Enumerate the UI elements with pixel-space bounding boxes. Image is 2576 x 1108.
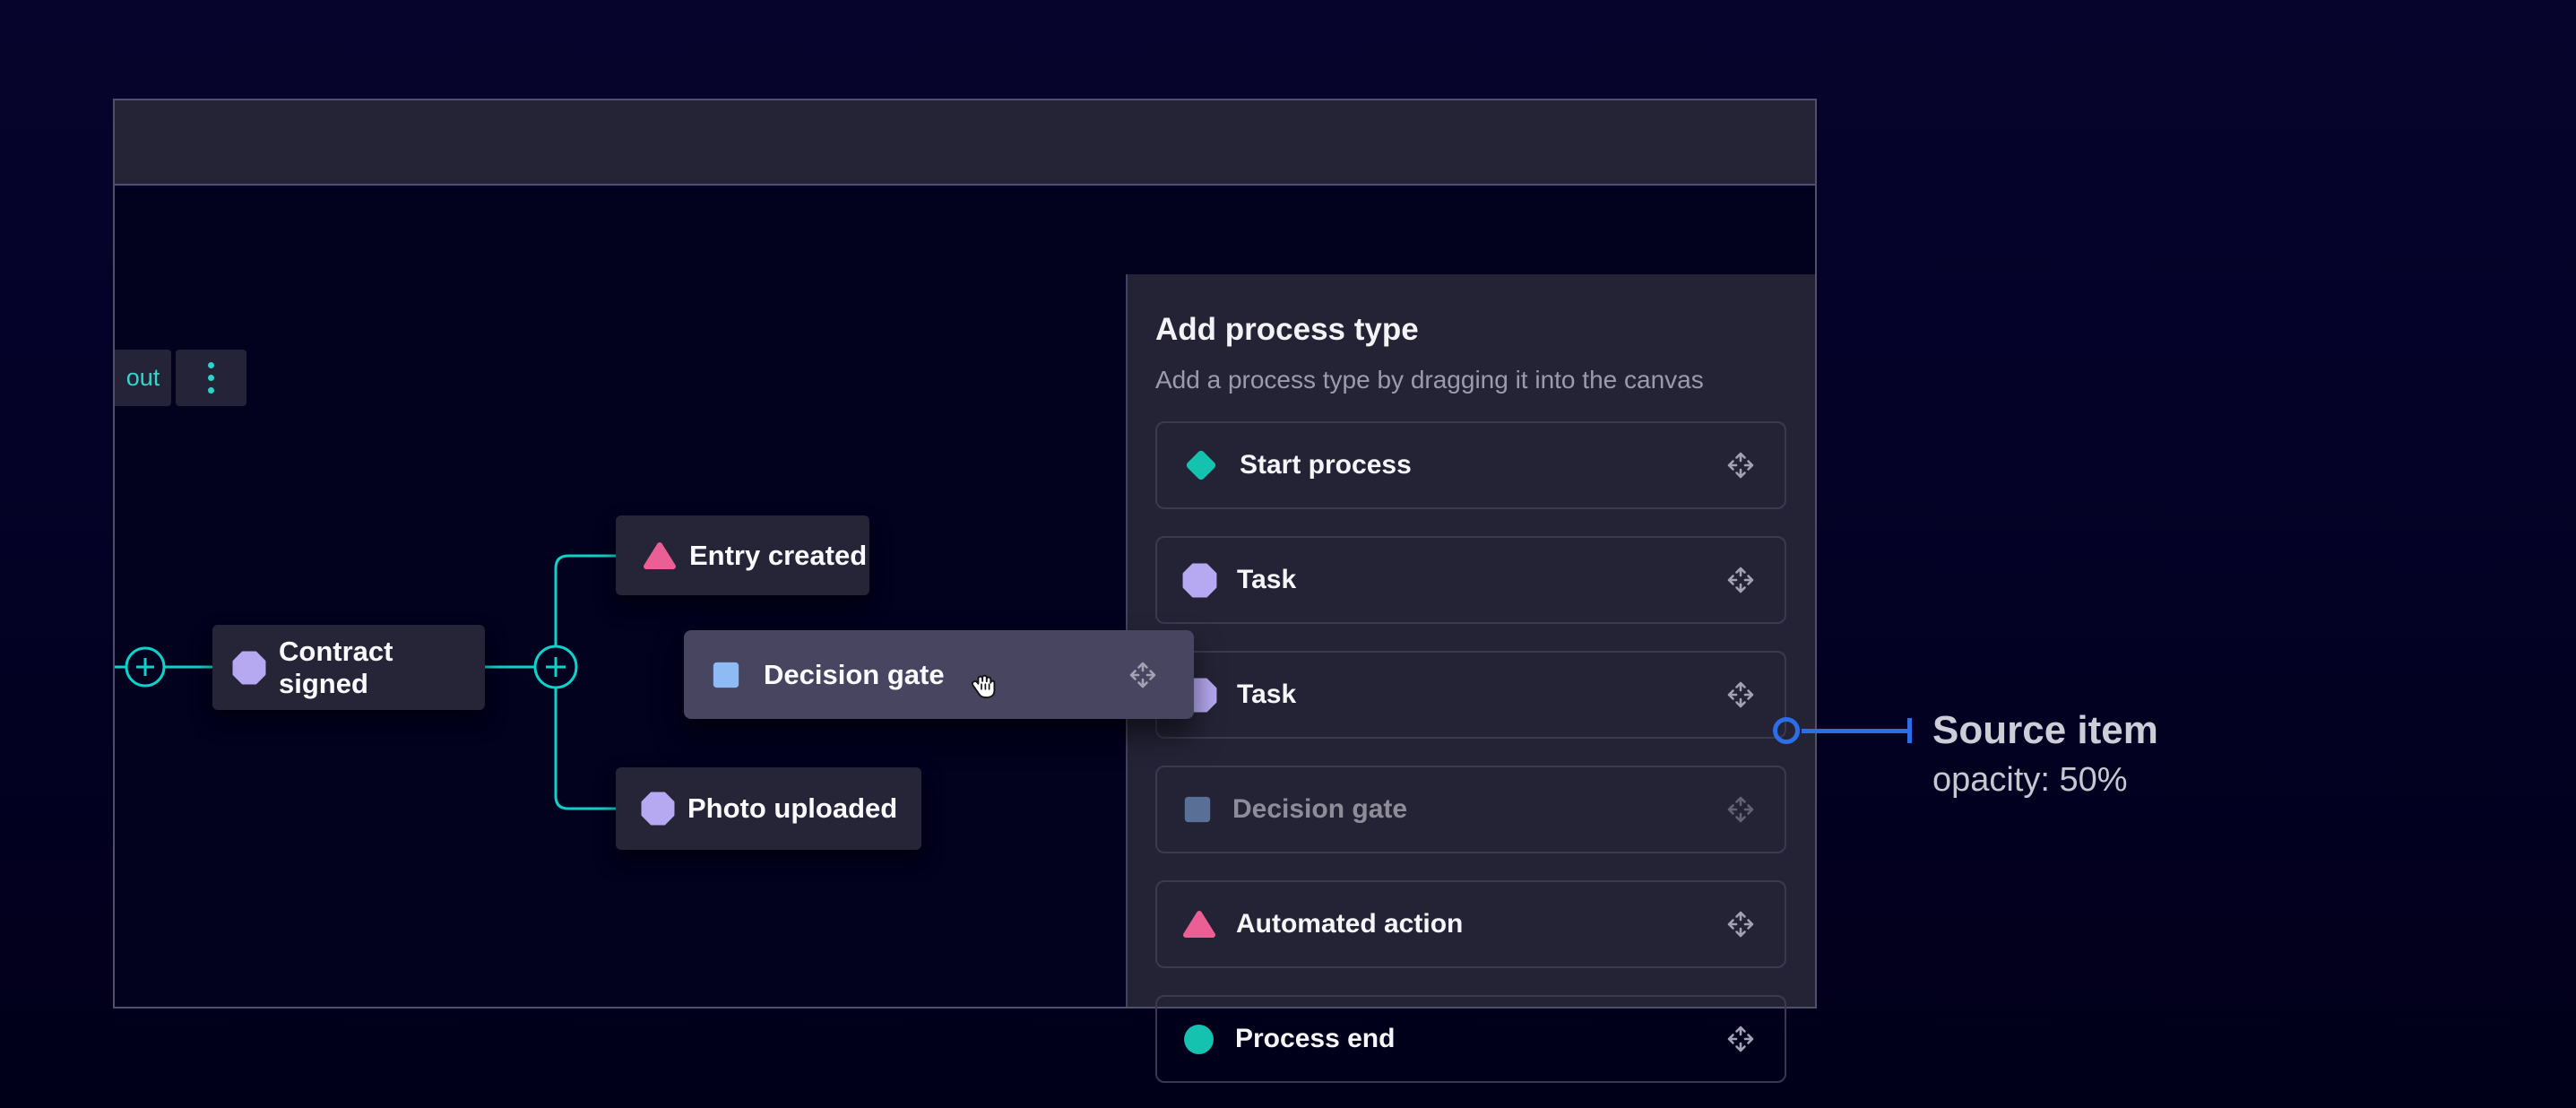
palette-item-label: Task <box>1237 565 1296 595</box>
panel-title: Add process type <box>1155 312 1815 348</box>
move-handle-icon[interactable] <box>1724 678 1758 712</box>
add-process-type-panel: Add process type Add a process type by d… <box>1126 274 1815 1007</box>
annotation-line-end-tick <box>1907 718 1912 743</box>
annotation-subtitle: opacity: 50% <box>1932 761 2158 800</box>
palette-item-task[interactable]: Task <box>1155 651 1786 739</box>
palette-item-process-end[interactable]: Process end <box>1155 995 1786 1083</box>
move-handle-icon[interactable] <box>1126 658 1160 692</box>
node-label: Decision gate <box>764 659 945 691</box>
window-toolbar <box>115 100 1815 186</box>
node-label: Entry created <box>689 540 867 572</box>
palette-item-label: Task <box>1237 680 1296 710</box>
move-handle-icon[interactable] <box>1724 448 1758 482</box>
move-handle-icon[interactable] <box>1724 563 1758 597</box>
zoom-out-button[interactable]: out <box>115 350 171 406</box>
triangle-icon <box>643 540 677 572</box>
annotation-marker-circle <box>1773 717 1800 744</box>
octagon-icon <box>1182 563 1217 598</box>
octagon-icon <box>641 792 675 826</box>
palette-item-label: Decision gate <box>1232 794 1407 825</box>
move-handle-icon[interactable] <box>1724 907 1758 941</box>
add-node-button <box>535 646 576 688</box>
square-icon <box>1182 794 1213 825</box>
triangle-icon <box>1182 908 1216 940</box>
more-options-button[interactable] <box>176 350 246 406</box>
diamond-icon <box>1182 446 1220 484</box>
octagon-icon <box>232 651 266 685</box>
node-label: Contract signed <box>279 636 485 700</box>
add-node-button <box>126 648 164 686</box>
palette-item-label: Automated action <box>1236 909 1463 939</box>
square-icon <box>711 660 741 690</box>
node-contract-signed[interactable]: Contract signed <box>212 625 485 710</box>
palette-item-start-process[interactable]: Start process <box>1155 421 1786 509</box>
node-photo-uploaded[interactable]: Photo uploaded <box>616 767 921 850</box>
move-handle-icon[interactable] <box>1724 792 1758 827</box>
palette-item-label: Start process <box>1240 450 1412 480</box>
palette-item-automated-action[interactable]: Automated action <box>1155 880 1786 968</box>
move-handle-icon[interactable] <box>1724 1022 1758 1056</box>
panel-subtitle: Add a process type by dragging it into t… <box>1155 366 1815 394</box>
palette-item-label: Process end <box>1235 1024 1395 1054</box>
node-label: Photo uploaded <box>687 792 897 825</box>
annotation-title: Source item <box>1932 708 2158 753</box>
kebab-menu-icon <box>208 362 214 394</box>
circle-icon <box>1182 1023 1215 1056</box>
flow-canvas[interactable]: out Contract signed Entry created Photo … <box>115 187 1815 1007</box>
node-entry-created[interactable]: Entry created <box>616 515 869 595</box>
node-decision-gate-dragging[interactable]: Decision gate <box>684 630 1194 719</box>
palette-item-task[interactable]: Task <box>1155 536 1786 624</box>
app-window: out Contract signed Entry created Photo … <box>113 99 1817 1008</box>
annotation-connector-line <box>1802 729 1909 733</box>
grab-cursor-icon <box>966 670 998 704</box>
palette-item-decision-gate-source[interactable]: Decision gate <box>1155 766 1786 853</box>
annotation-text: Source item opacity: 50% <box>1932 708 2158 800</box>
